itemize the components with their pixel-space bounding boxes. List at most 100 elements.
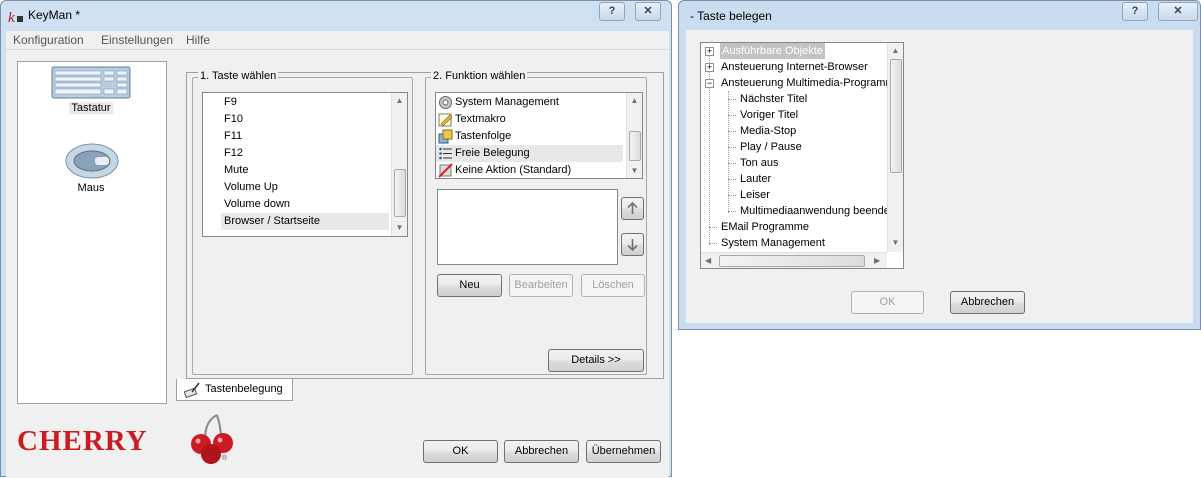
mouse-icon bbox=[65, 143, 119, 179]
list-item[interactable]: F11 bbox=[203, 128, 391, 145]
list-item-selected[interactable]: Freie Belegung bbox=[436, 145, 623, 162]
tree-connector bbox=[728, 179, 736, 180]
function-list-scrollbar[interactable]: ▲ ▼ bbox=[626, 93, 642, 178]
tree-horizontal-scrollbar[interactable]: ◀ ▶ bbox=[701, 252, 887, 268]
keyboard-pencil-icon bbox=[184, 382, 200, 398]
tree-item[interactable]: System Management bbox=[721, 235, 825, 251]
scroll-down-arrow-icon[interactable]: ▼ bbox=[392, 223, 407, 232]
tree-item[interactable]: Voriger Titel bbox=[740, 107, 798, 123]
delete-button[interactable]: Löschen bbox=[581, 274, 645, 297]
dialog-close-button[interactable]: ✕ bbox=[1158, 2, 1198, 21]
brand-text: CHERRY bbox=[17, 425, 148, 457]
group-title-funktion: 2. Funktion wählen bbox=[431, 70, 528, 82]
group-title-taste: 1. Taste wählen bbox=[198, 70, 279, 82]
function-listbox[interactable]: System Management Textmakro Tastenfolge … bbox=[435, 92, 643, 179]
tree-item[interactable]: Nächster Titel bbox=[740, 91, 807, 107]
scroll-thumb[interactable] bbox=[629, 131, 641, 161]
sidebar-item-maus[interactable]: Maus bbox=[49, 142, 133, 198]
close-button[interactable]: ✕ bbox=[635, 2, 661, 21]
scroll-thumb[interactable] bbox=[719, 255, 865, 267]
tree-item[interactable]: Lauter bbox=[740, 171, 771, 187]
tree-item[interactable]: Ansteuerung Internet-Browser bbox=[721, 59, 868, 75]
list-item[interactable]: System Management bbox=[436, 94, 626, 111]
tree-collapse-icon[interactable]: − bbox=[705, 79, 714, 88]
dialog-ok-button[interactable]: OK bbox=[851, 291, 924, 314]
ok-button[interactable]: OK bbox=[423, 440, 498, 463]
list-item[interactable]: Textmakro bbox=[436, 111, 626, 128]
tree-item[interactable]: Media-Stop bbox=[740, 123, 796, 139]
keyboard-icon bbox=[51, 66, 131, 99]
scroll-down-arrow-icon[interactable]: ▼ bbox=[627, 166, 642, 175]
scroll-down-arrow-icon[interactable]: ▼ bbox=[888, 238, 903, 247]
cherry-logo: CHERRY ® bbox=[17, 413, 237, 465]
move-down-button[interactable] bbox=[621, 233, 644, 256]
tree-connector bbox=[728, 115, 736, 116]
function-label: Keine Aktion (Standard) bbox=[455, 164, 572, 176]
sidebar-item-tastatur[interactable]: Tastatur bbox=[49, 62, 133, 118]
assignment-textbox[interactable] bbox=[437, 189, 618, 265]
scroll-thumb[interactable] bbox=[394, 169, 406, 217]
menu-konfiguration[interactable]: Konfiguration bbox=[13, 33, 84, 47]
keys-icon bbox=[438, 129, 453, 144]
tree-item[interactable]: Play / Pause bbox=[740, 139, 802, 155]
tree-connector bbox=[728, 147, 736, 148]
scroll-up-arrow-icon[interactable]: ▲ bbox=[888, 46, 903, 55]
edit-button[interactable]: Bearbeiten bbox=[509, 274, 573, 297]
scroll-up-arrow-icon[interactable]: ▲ bbox=[627, 96, 642, 105]
tree-vertical-scrollbar[interactable]: ▲ ▼ bbox=[887, 43, 903, 252]
dialog-title-bar[interactable]: - Taste belegen ? ✕ bbox=[679, 1, 1200, 30]
list-item[interactable]: Volume Up bbox=[203, 179, 391, 196]
scroll-left-arrow-icon[interactable]: ◀ bbox=[705, 256, 711, 265]
list-item[interactable]: Tastenfolge bbox=[436, 128, 626, 145]
tree-item[interactable]: Ansteuerung Multimedia-Programme bbox=[721, 75, 887, 91]
svg-text:k: k bbox=[8, 10, 15, 25]
list-item[interactable]: F12 bbox=[203, 145, 391, 162]
menu-hilfe[interactable]: Hilfe bbox=[186, 33, 210, 47]
function-label: Tastenfolge bbox=[455, 130, 512, 142]
tree-item[interactable]: Multimediaanwendung beenden bbox=[740, 203, 887, 219]
taste-belegen-dialog: - Taste belegen ? ✕ + + − Ausführbare Ob… bbox=[678, 0, 1201, 330]
sidebar-label-tastatur: Tastatur bbox=[69, 102, 113, 114]
title-bar[interactable]: k KeyMan * ? ✕ bbox=[1, 1, 671, 31]
tree-item[interactable]: EMail Programme bbox=[721, 219, 809, 235]
tree-item[interactable]: Leiser bbox=[740, 187, 770, 203]
tree-connector bbox=[709, 243, 717, 244]
dialog-cancel-button[interactable]: Abbrechen bbox=[950, 291, 1025, 314]
tab-page-tastenbelegung: 1. Taste wählen F9 F10 F11 F12 Mute Volu… bbox=[186, 70, 664, 379]
tree-expand-icon[interactable]: + bbox=[705, 63, 714, 72]
scroll-thumb[interactable] bbox=[890, 59, 902, 173]
keyman-window: k KeyMan * ? ✕ Konfiguration Einstellung… bbox=[0, 0, 672, 478]
gear-icon bbox=[439, 96, 452, 109]
tree-connector bbox=[709, 227, 717, 228]
new-button[interactable]: Neu bbox=[437, 274, 502, 297]
details-button[interactable]: Details >> bbox=[548, 349, 644, 372]
scroll-right-arrow-icon[interactable]: ▶ bbox=[874, 256, 880, 265]
list-item-selected[interactable]: Browser / Startseite bbox=[221, 213, 389, 230]
list-icon bbox=[439, 147, 452, 160]
tree-item[interactable]: Ton aus bbox=[740, 155, 779, 171]
apply-button[interactable]: Übernehmen bbox=[586, 440, 661, 463]
move-up-button[interactable] bbox=[621, 197, 644, 220]
menu-einstellungen[interactable]: Einstellungen bbox=[101, 33, 173, 47]
tab-tastenbelegung[interactable]: Tastenbelegung bbox=[176, 379, 293, 401]
list-item[interactable]: F10 bbox=[203, 111, 391, 128]
help-button[interactable]: ? bbox=[599, 2, 625, 21]
cancel-button[interactable]: Abbrechen bbox=[504, 440, 579, 463]
key-list-scrollbar[interactable]: ▲ ▼ bbox=[391, 93, 407, 236]
list-item[interactable]: Volume down bbox=[203, 196, 391, 213]
registered-mark: ® bbox=[222, 455, 228, 462]
arrow-up-icon bbox=[627, 201, 638, 214]
device-sidebar: Tastatur Maus bbox=[17, 61, 167, 404]
key-listbox[interactable]: F9 F10 F11 F12 Mute Volume Up Volume dow… bbox=[202, 92, 408, 237]
tree-item-selected[interactable]: Ausführbare Objekte bbox=[720, 43, 825, 59]
group-taste-waehlen: 1. Taste wählen F9 F10 F11 F12 Mute Volu… bbox=[192, 70, 413, 375]
dialog-client-area: + + − Ausführbare Objekte Ansteuerung In… bbox=[686, 30, 1193, 323]
function-tree[interactable]: + + − Ausführbare Objekte Ansteuerung In… bbox=[700, 42, 904, 269]
list-item[interactable]: Keine Aktion (Standard) bbox=[436, 162, 626, 178]
list-item[interactable]: F9 bbox=[203, 94, 391, 111]
scroll-up-arrow-icon[interactable]: ▲ bbox=[392, 96, 407, 105]
tree-expand-icon[interactable]: + bbox=[705, 47, 714, 56]
tree-connector bbox=[728, 131, 736, 132]
list-item[interactable]: Mute bbox=[203, 162, 391, 179]
dialog-help-button[interactable]: ? bbox=[1122, 2, 1148, 21]
